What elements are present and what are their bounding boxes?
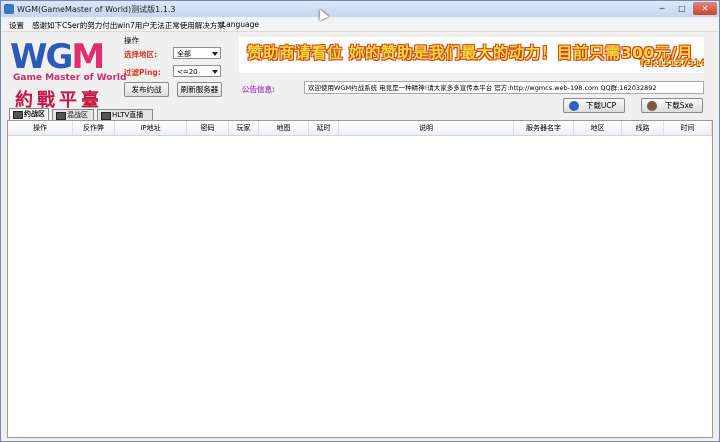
tab-mixed-zone[interactable]: 混战区: [52, 109, 94, 120]
column-header[interactable]: 密码: [187, 121, 229, 135]
download-sxe-button[interactable]: 下载Sxe: [641, 98, 703, 113]
operation-title: 操作: [124, 36, 139, 45]
tab-icon: [101, 112, 111, 120]
column-header[interactable]: 反作弊: [73, 121, 115, 135]
column-header[interactable]: 地图: [259, 121, 309, 135]
notice-text: 欢迎使用WGM约战系统 电竞是一种精神!请大家多多宣传本平台 官方:http:/…: [304, 81, 704, 94]
column-header[interactable]: 时间: [664, 121, 712, 135]
logo-subtitle: Game Master of World: [13, 73, 127, 83]
chevron-down-icon: [212, 70, 218, 74]
tab-icon: [56, 112, 66, 120]
region-select[interactable]: 全部: [173, 47, 221, 59]
table-header: 操作 反作弊 IP地址 密码 玩家 地图 延时 说明 服务器名字 地区 线路 时…: [8, 121, 712, 136]
banner-text: 赞助商请看位 妳的赞助是我们最大的动力！目前只需300元/月: [247, 44, 693, 62]
column-header[interactable]: 操作: [8, 121, 73, 135]
menu-item-settings[interactable]: 设置: [9, 20, 24, 31]
main-window: WGM(GameMaster of World)测试版1.1.3 ─ □ ✕ 设…: [0, 0, 720, 442]
close-button[interactable]: ✕: [693, 2, 717, 15]
download-ucp-button[interactable]: 下载UCP: [563, 98, 625, 113]
ucp-icon: [569, 101, 579, 111]
menu-bar: 设置 感谢如下CSer的努力付出 win7用户无法正常使用解决方案 Langua…: [1, 18, 719, 32]
tab-icon: [13, 111, 23, 119]
minimize-button[interactable]: ─: [653, 2, 671, 15]
post-match-button[interactable]: 发布约战: [124, 82, 169, 97]
menu-item-win7-fix[interactable]: win7用户无法正常使用解决方案: [117, 20, 225, 31]
chevron-down-icon: [212, 52, 218, 56]
column-header[interactable]: 说明: [339, 121, 514, 135]
menu-item-language[interactable]: Language: [222, 20, 259, 29]
window-title: WGM(GameMaster of World)测试版1.1.3: [17, 5, 176, 14]
banner-tel: Tel:15157314472: [639, 59, 704, 69]
tab-match-zone[interactable]: 约战区: [9, 108, 49, 120]
ping-label: 过滤Ping:: [124, 68, 161, 77]
notice-label: 公告信息:: [242, 85, 275, 94]
column-header[interactable]: 玩家: [229, 121, 259, 135]
column-header[interactable]: 延时: [309, 121, 339, 135]
column-header[interactable]: 线路: [622, 121, 664, 135]
region-label: 选择地区:: [124, 50, 157, 59]
refresh-servers-button[interactable]: 刷新服务器: [177, 82, 222, 97]
tab-hltv-live[interactable]: HLTV直播: [97, 109, 153, 120]
app-icon: [4, 4, 14, 14]
sxe-icon: [647, 101, 657, 111]
title-bar[interactable]: WGM(GameMaster of World)测试版1.1.3 ─ □ ✕: [1, 1, 719, 17]
server-table[interactable]: 操作 反作弊 IP地址 密码 玩家 地图 延时 说明 服务器名字 地区 线路 时…: [7, 120, 713, 438]
column-header[interactable]: 服务器名字: [514, 121, 574, 135]
ping-select[interactable]: <=20: [173, 65, 221, 77]
ad-banner[interactable]: 赞助商请看位 妳的赞助是我们最大的动力！目前只需300元/月 Tel:15157…: [239, 37, 704, 73]
menu-item-thanks[interactable]: 感谢如下CSer的努力付出: [32, 20, 117, 31]
maximize-button[interactable]: □: [673, 2, 691, 15]
column-header[interactable]: IP地址: [115, 121, 187, 135]
wgm-logo: WGM: [10, 37, 105, 77]
column-header[interactable]: 地区: [574, 121, 622, 135]
